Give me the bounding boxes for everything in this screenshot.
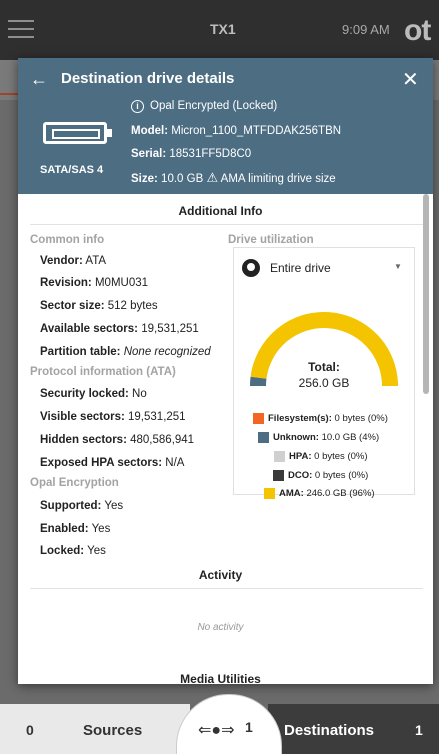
info-row-visible-sectors: Visible sectors: 19,531,251 [40,411,186,423]
legend-swatch [274,451,285,462]
caret-down-icon: ▼ [394,262,402,271]
warning-icon: ⚠ [206,170,219,185]
drive-utilization-label: Drive utilization [228,234,314,246]
status-text: Opal Encrypted (Locked) [150,100,278,112]
logo: ot [404,14,431,47]
info-row-hidden-sectors: Hidden sectors: 480,586,941 [40,434,195,446]
activity-title: Activity [198,568,243,582]
additional-info-title: Additional Info [178,204,263,218]
disk-icon [242,259,260,277]
destinations-count: 1 [415,722,423,738]
scrollbar[interactable] [423,194,429,394]
usb-icon: ⇐●⇒ [198,722,235,739]
model-value: Micron_1100_MTFDDAK256TBN [171,125,342,137]
clock: 9:09 AM [342,22,390,37]
legend-swatch [264,488,275,499]
model-label: Model: [131,125,169,137]
info-row-vendor: Vendor: ATA [40,255,107,267]
sources-tab[interactable]: 0 Sources [0,704,190,754]
legend-swatch [253,413,264,424]
size-line: Size: 10.0 GB ⚠ AMA limiting drive size [131,170,336,186]
info-row-revision: Revision: M0MU031 [40,277,149,289]
dialog-header: ← Destination drive details ✕ SATA/SAS 4… [18,58,433,194]
info-row-opal-supported: Supported: Yes [40,500,124,512]
info-row-sector-size: Sector size: 512 bytes [40,300,158,312]
serial-label: Serial: [131,148,167,160]
legend-ama: AMA: 246.0 GB (96%) [264,488,375,499]
opal-encryption-label: Opal Encryption [30,477,119,489]
dialog-body[interactable]: Additional Info Common info Drive utiliz… [18,194,433,684]
size-value: 10.0 GB [161,173,204,185]
legend-swatch [258,432,269,443]
serial-value: 18531FF5D8C0 [169,148,252,160]
drive-icon [43,122,112,144]
divider [30,224,423,225]
dialog-title: Destination drive details [61,70,235,87]
destinations-label: Destinations [284,722,375,739]
menu-icon[interactable] [8,20,34,38]
protocol-info-label: Protocol information (ATA) [30,366,176,378]
model-line: Model: Micron_1100_MTFDDAK256TBN [131,125,341,137]
divider [30,588,423,589]
status-line: i Opal Encrypted (Locked) [131,100,277,113]
close-icon[interactable]: ✕ [402,67,419,92]
drive-utilization-card: Entire drive ▼ Total: 256.0 GB Filesyste… [233,247,415,499]
app-title: TX1 [210,21,236,37]
total-value: 256.0 GB [298,376,350,390]
drive-details-dialog: ← Destination drive details ✕ SATA/SAS 4… [18,58,433,684]
partition-select[interactable]: Entire drive ▼ [242,256,406,282]
common-info-label: Common info [30,234,105,246]
size-warning: AMA limiting drive size [220,173,336,185]
legend-hpa: HPA: 0 bytes (0%) [274,451,368,462]
sources-label: Sources [83,722,143,739]
no-activity-text: No activity [197,622,244,633]
info-icon: i [131,100,144,113]
partition-select-value: Entire drive [270,261,331,275]
legend-filesystem: Filesystem(s): 0 bytes (0%) [253,413,388,424]
interface-label: SATA/SAS 4 [40,164,104,176]
back-arrow-icon[interactable]: ← [30,69,48,90]
legend-dco: DCO: 0 bytes (0%) [273,470,368,481]
legend-unknown: Unknown: 10.0 GB (4%) [258,432,379,443]
sources-count: 0 [26,722,34,738]
info-row-opal-locked: Locked: Yes [40,545,106,557]
size-label: Size: [131,173,158,185]
info-row-opal-enabled: Enabled: Yes [40,523,111,535]
info-row-exposed-hpa: Exposed HPA sectors: N/A [40,457,185,469]
media-utilities-title: Media Utilities [180,672,261,684]
info-row-security-locked: Security locked: No [40,388,147,400]
info-row-partition-table: Partition table: None recognized [40,346,211,358]
usb-count: 1 [245,719,253,735]
info-row-available-sectors: Available sectors: 19,531,251 [40,323,199,335]
app-bar: TX1 9:09 AM ot [0,0,439,60]
serial-line: Serial: 18531FF5D8C0 [131,148,251,160]
legend-swatch [273,470,284,481]
bottom-bar: 0 Sources ⇐●⇒ 1 Destinations 1 [0,694,439,754]
total-label: Total: [308,360,340,374]
